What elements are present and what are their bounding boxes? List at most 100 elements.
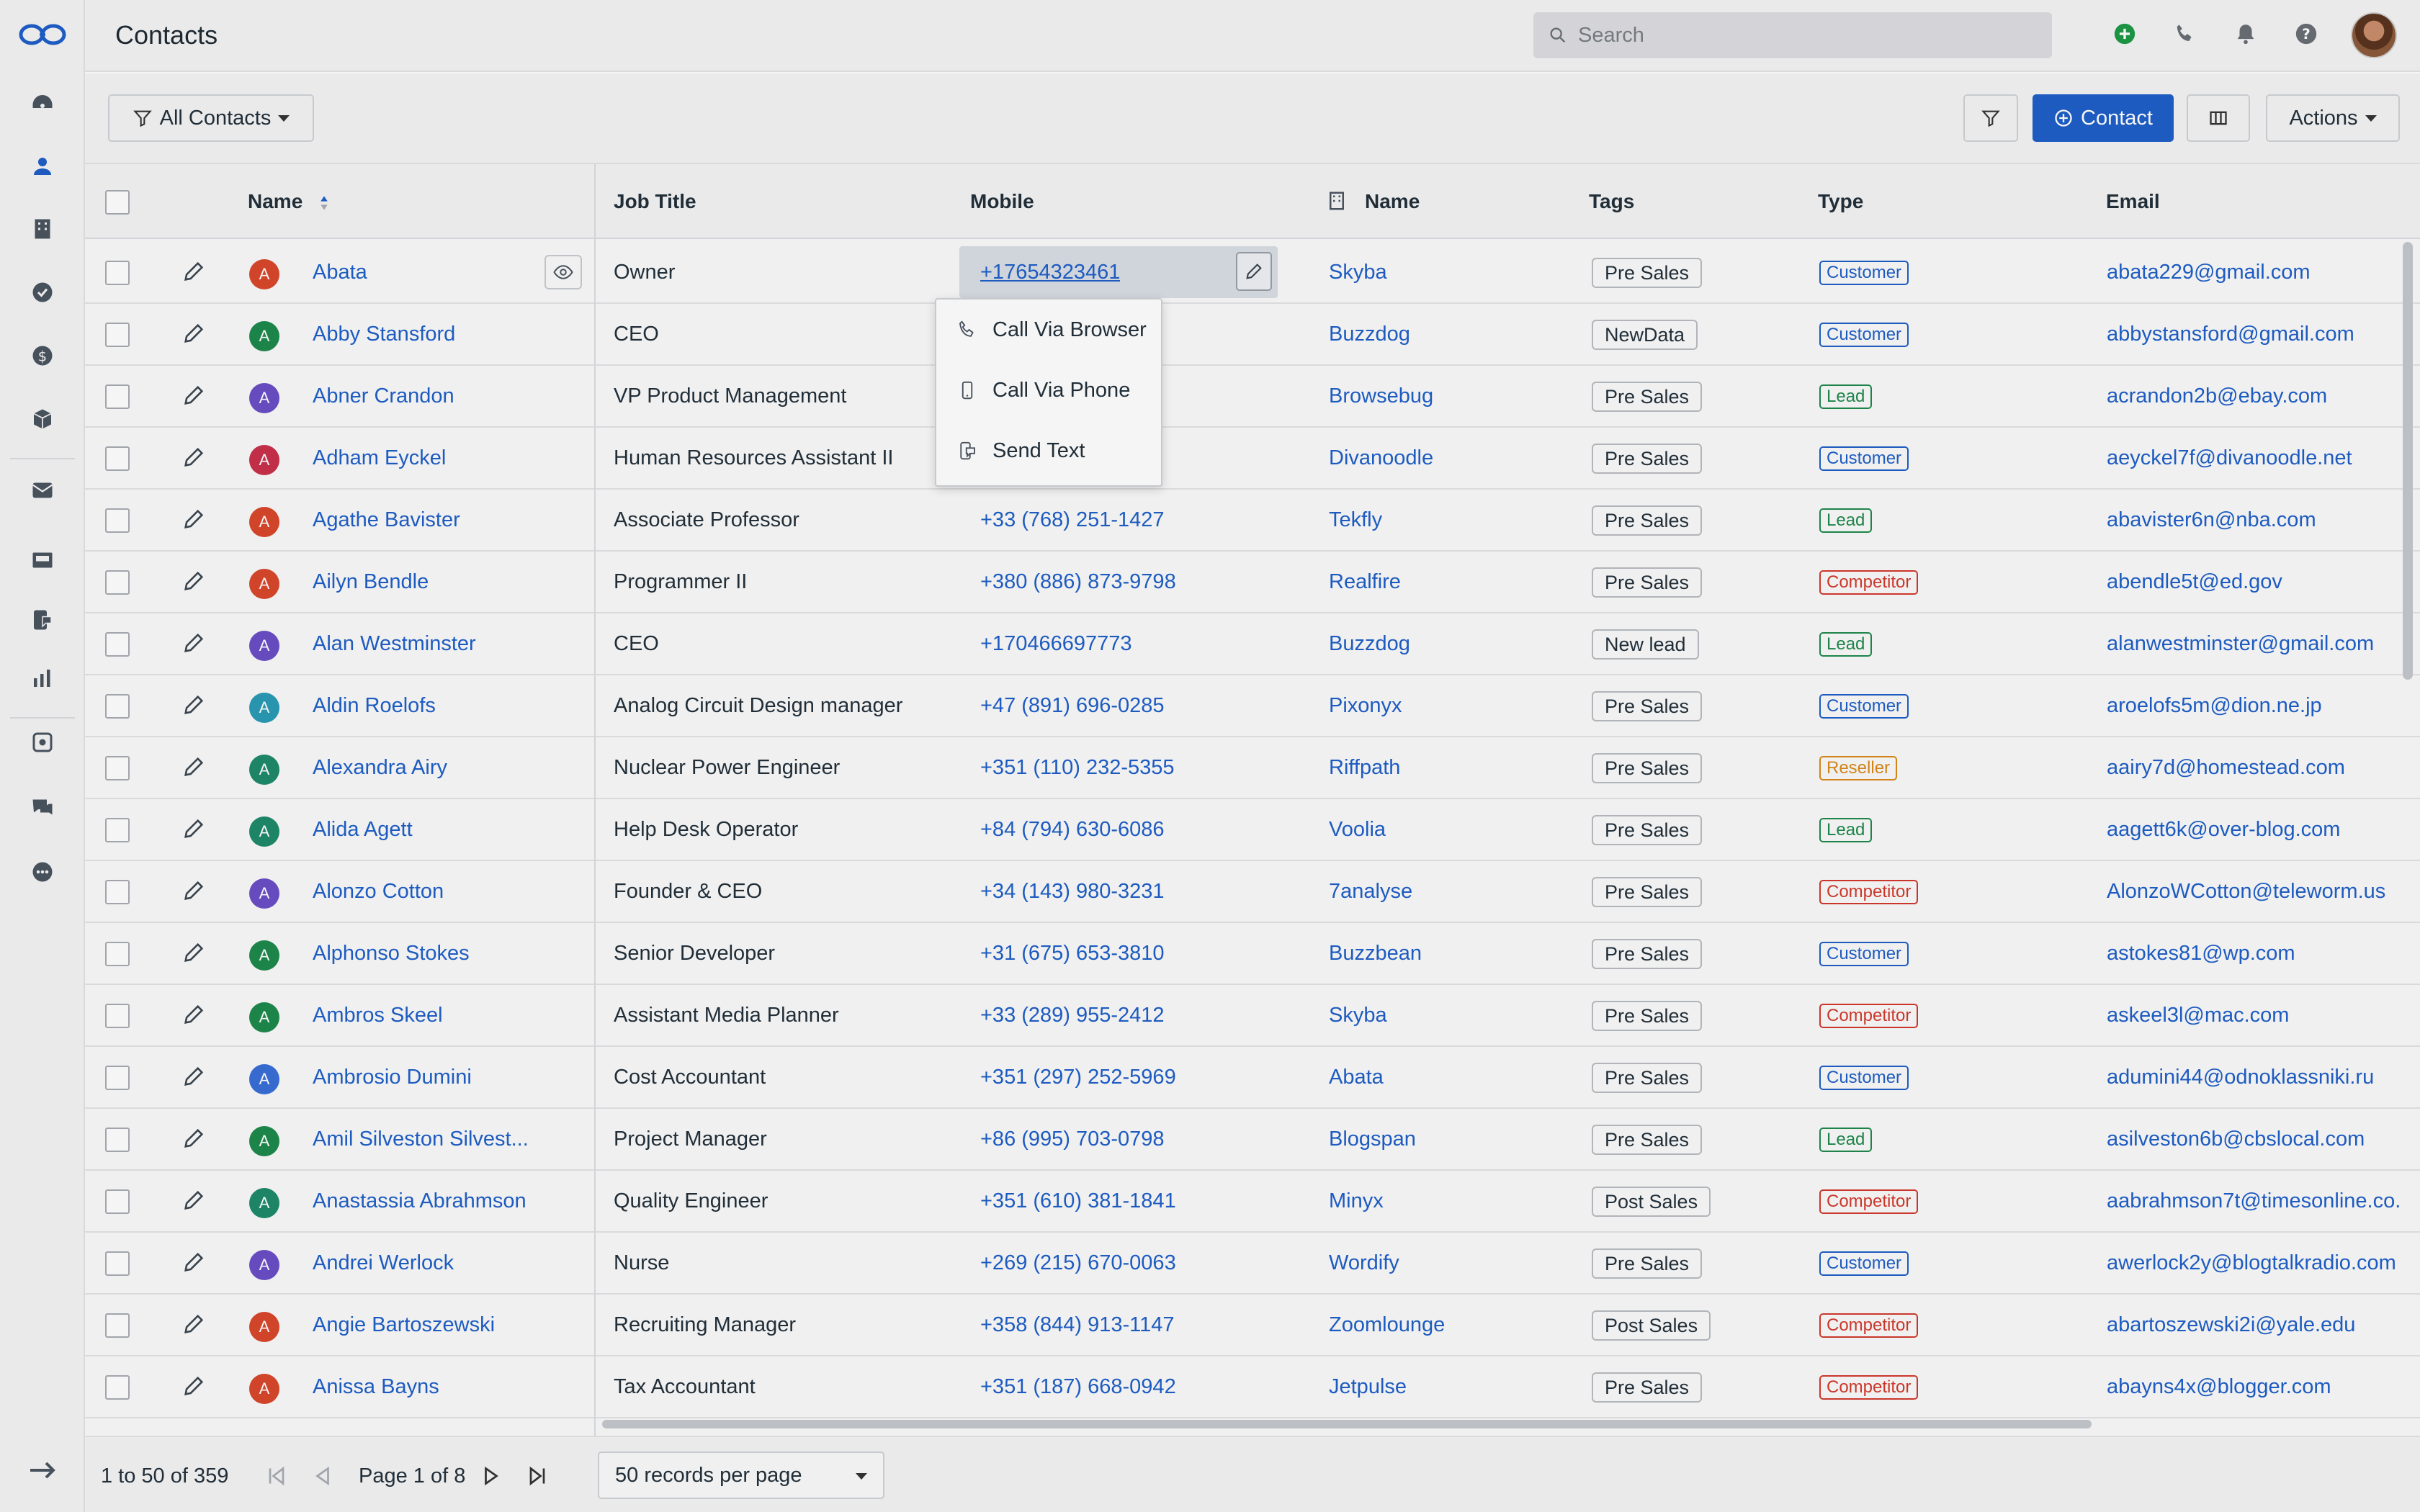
edit-icon[interactable]: [182, 445, 206, 469]
next-page-icon[interactable]: [478, 1463, 504, 1489]
table-row[interactable]: A Ambros Skeel Assistant Media Planner +33 …: [85, 985, 2420, 1047]
mobile-phone-link[interactable]: +351 (297) 252-5969: [980, 1066, 1176, 1089]
contact-name-link[interactable]: Ambros Skeel: [313, 1004, 443, 1027]
app-logo-icon[interactable]: [19, 20, 66, 49]
email-link[interactable]: aagett6k@over-blog.com: [2107, 818, 2340, 842]
contact-name-link[interactable]: Amil Silveston Silvest...: [313, 1128, 529, 1151]
contact-name-link[interactable]: Agathe Bavister: [313, 508, 460, 532]
email-link[interactable]: abbystansford@gmail.com: [2107, 323, 2354, 346]
records-per-page-select[interactable]: 50 records per page: [598, 1452, 884, 1499]
edit-icon[interactable]: [182, 383, 206, 408]
contact-name-link[interactable]: Alida Agett: [313, 818, 413, 842]
email-link[interactable]: abata229@gmail.com: [2107, 261, 2311, 284]
column-header-email[interactable]: Email: [2106, 190, 2160, 213]
edit-icon[interactable]: [182, 507, 206, 531]
company-name-link[interactable]: Buzzdog: [1329, 632, 1410, 656]
menu-item-call-via-phone[interactable]: Call Via Phone: [936, 360, 1161, 420]
row-checkbox[interactable]: [105, 1004, 130, 1028]
column-header-name[interactable]: Name: [248, 190, 328, 213]
sidebar-item-more[interactable]: [24, 854, 60, 890]
mobile-phone-link[interactable]: +17654323461: [980, 261, 1120, 284]
row-checkbox[interactable]: [105, 880, 130, 904]
mobile-phone-link[interactable]: +33 (289) 955-2412: [980, 1004, 1165, 1027]
column-header-type[interactable]: Type: [1818, 190, 1863, 213]
edit-icon[interactable]: [182, 1064, 206, 1089]
table-row[interactable]: A Alida Agett Help Desk Operator +84 (794) …: [85, 799, 2420, 861]
edit-icon[interactable]: [182, 693, 206, 717]
contact-name-link[interactable]: Alan Westminster: [313, 632, 476, 656]
edit-icon[interactable]: [182, 1126, 206, 1151]
menu-item-call-via-browser[interactable]: Call Via Browser: [936, 300, 1161, 360]
table-row[interactable]: A Aldin Roelofs Analog Circuit Design mana…: [85, 675, 2420, 737]
table-row[interactable]: A Agathe Bavister Associate Professor +33 (…: [85, 490, 2420, 552]
mobile-phone-link[interactable]: +380 (886) 873-9798: [980, 570, 1176, 594]
company-name-link[interactable]: Divanoodle: [1329, 446, 1433, 470]
company-name-link[interactable]: Realfire: [1329, 570, 1401, 594]
email-link[interactable]: aairy7d@homestead.com: [2107, 756, 2345, 780]
row-checkbox[interactable]: [105, 756, 130, 780]
email-link[interactable]: abayns4x@blogger.com: [2107, 1375, 2331, 1399]
contact-name-link[interactable]: Anissa Bayns: [313, 1375, 439, 1399]
contact-name-link[interactable]: Alexandra Airy: [313, 756, 447, 780]
email-link[interactable]: aabrahmson7t@timesonline.co.: [2107, 1189, 2401, 1213]
mobile-phone-link[interactable]: +351 (110) 232-5355: [980, 756, 1175, 780]
row-checkbox[interactable]: [105, 446, 130, 471]
previous-page-icon[interactable]: [310, 1463, 336, 1489]
edit-icon[interactable]: [182, 878, 206, 903]
row-checkbox[interactable]: [105, 570, 130, 595]
row-checkbox[interactable]: [105, 818, 130, 842]
table-row[interactable]: A Andrei Werlock Nurse +269 (215) 670-0063 W…: [85, 1233, 2420, 1295]
email-link[interactable]: adumini44@odnoklassniki.ru: [2107, 1066, 2374, 1089]
row-checkbox[interactable]: [105, 261, 130, 285]
contact-name-link[interactable]: Adham Eyckel: [313, 446, 446, 470]
email-link[interactable]: abavister6n@nba.com: [2107, 508, 2316, 532]
email-link[interactable]: alanwestminster@gmail.com: [2107, 632, 2374, 656]
mobile-phone-link[interactable]: +84 (794) 630-6086: [980, 818, 1165, 842]
email-link[interactable]: astokes81@wp.com: [2107, 942, 2295, 966]
table-row[interactable]: A Anissa Bayns Tax Accountant +351 (187) 66…: [85, 1356, 2420, 1418]
company-name-link[interactable]: Buzzdog: [1329, 323, 1410, 346]
email-link[interactable]: acrandon2b@ebay.com: [2107, 384, 2327, 408]
mobile-phone-link[interactable]: +269 (215) 670-0063: [980, 1251, 1176, 1275]
sidebar-item-reports[interactable]: [24, 660, 60, 696]
mobile-phone-link[interactable]: +351 (187) 668-0942: [980, 1375, 1176, 1399]
contact-name-link[interactable]: Abby Stansford: [313, 323, 455, 346]
email-link[interactable]: abendle5t@ed.gov: [2107, 570, 2282, 594]
mobile-phone-link[interactable]: +170466697773: [980, 632, 1131, 656]
notifications-button[interactable]: [2231, 19, 2260, 48]
table-row[interactable]: A Adham Eyckel Human Resources Assistant I…: [85, 428, 2420, 490]
actions-dropdown[interactable]: Actions: [2266, 94, 2400, 142]
mobile-phone-link[interactable]: +351 (610) 381-1841: [980, 1189, 1176, 1213]
company-name-link[interactable]: Abata: [1329, 1066, 1384, 1089]
table-row[interactable]: A Alphonso Stokes Senior Developer +31 (675…: [85, 923, 2420, 985]
mobile-phone-link[interactable]: +86 (995) 703-0798: [980, 1128, 1165, 1151]
table-row[interactable]: A Ambrosio Dumini Cost Accountant +351 (297…: [85, 1047, 2420, 1109]
company-name-link[interactable]: Voolia: [1329, 818, 1386, 842]
contact-name-link[interactable]: Angie Bartoszewski: [313, 1313, 495, 1337]
edit-icon[interactable]: [182, 569, 206, 593]
contact-name-link[interactable]: Alphonso Stokes: [313, 942, 470, 966]
contact-name-link[interactable]: Andrei Werlock: [313, 1251, 454, 1275]
table-row[interactable]: A Alonzo Cotton Founder & CEO +34 (143) 980…: [85, 861, 2420, 923]
filter-button[interactable]: [1963, 94, 2018, 142]
sidebar-item-email[interactable]: [24, 472, 60, 508]
help-button[interactable]: ?: [2292, 19, 2321, 48]
email-link[interactable]: aeyckel7f@divanoodle.net: [2107, 446, 2352, 470]
row-checkbox[interactable]: [105, 323, 130, 347]
edit-icon[interactable]: [182, 1374, 206, 1398]
contact-name-link[interactable]: Ailyn Bendle: [313, 570, 429, 594]
edit-icon[interactable]: [182, 631, 206, 655]
horizontal-scrollbar[interactable]: [602, 1420, 2092, 1428]
edit-icon[interactable]: [182, 940, 206, 965]
row-checkbox[interactable]: [105, 384, 130, 409]
edit-icon[interactable]: [182, 321, 206, 346]
table-row[interactable]: A Ailyn Bendle Programmer II +380 (886) 873…: [85, 552, 2420, 613]
company-name-link[interactable]: 7analyse: [1329, 880, 1412, 904]
view-filter-dropdown[interactable]: All Contacts: [108, 94, 314, 142]
contact-name-link[interactable]: Aldin Roelofs: [313, 694, 436, 718]
column-header-company-name[interactable]: Name: [1365, 190, 1420, 213]
email-link[interactable]: awerlock2y@blogtalkradio.com: [2107, 1251, 2396, 1275]
email-link[interactable]: AlonzoWCotton@teleworm.us: [2107, 880, 2385, 904]
contact-name-link[interactable]: Anastassia Abrahmson: [313, 1189, 526, 1213]
mobile-phone-link[interactable]: +47 (891) 696-0285: [980, 694, 1165, 718]
